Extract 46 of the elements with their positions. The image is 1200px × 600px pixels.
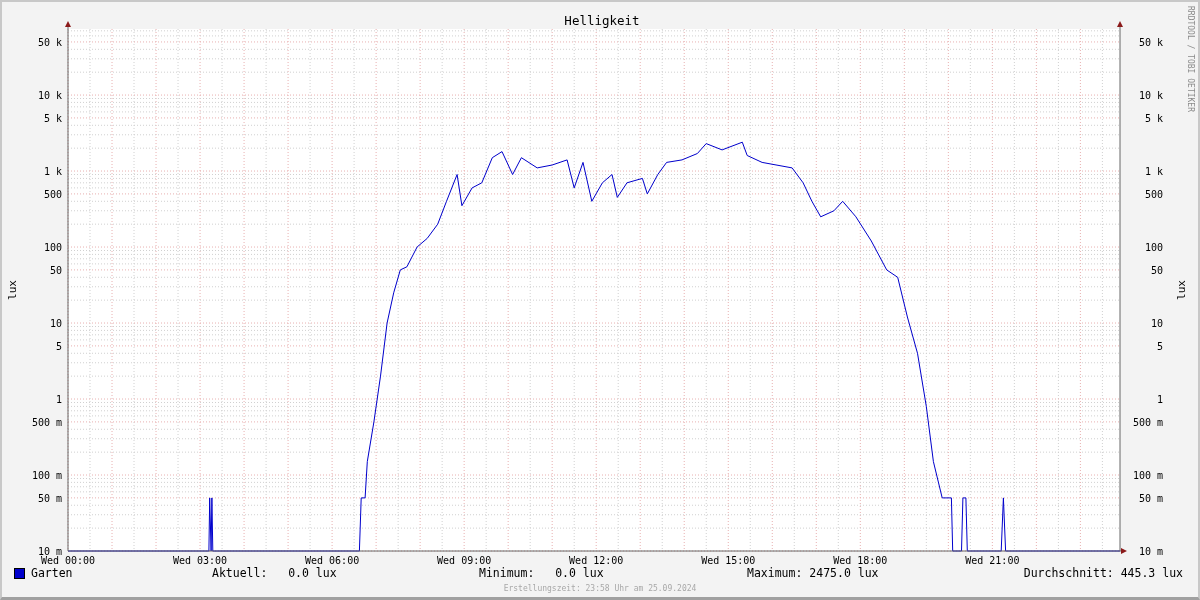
y-tick-label: 500 m — [1132, 416, 1163, 428]
y-tick-label: 1 — [1156, 394, 1163, 405]
y-axis-label: lux — [1175, 280, 1188, 300]
x-tick-label: Wed 00:00 — [40, 555, 96, 565]
x-tick-label: Wed 12:00 — [569, 555, 624, 565]
x-tick-label: Wed 21:00 — [965, 555, 1020, 565]
x-tick-label: Wed 03:00 — [172, 555, 228, 565]
x-tick-label: Wed 06:00 — [305, 555, 360, 565]
y-tick-label: 100 — [43, 242, 62, 254]
stat-text: Durchschnitt: 445.3 lux — [1023, 566, 1183, 580]
y-tick-label: 10 m — [1138, 546, 1163, 557]
y-tick-label: 10 k — [1138, 90, 1163, 102]
y-tick-label: 500 — [1144, 188, 1163, 200]
y-tick-label: 1 k — [43, 166, 62, 178]
y-tick-label: 100 m — [1132, 470, 1163, 481]
x-tick-label: Wed 18:00 — [833, 555, 888, 565]
y-tick-label: 10 m — [37, 546, 62, 557]
y-tick-label: 5 k — [1144, 112, 1163, 124]
y-tick-label: 1 — [55, 394, 62, 405]
y-tick-label: 500 m — [31, 416, 62, 428]
y-tick-label: 50 — [1150, 264, 1163, 276]
y-tick-label: 50 m — [37, 492, 62, 504]
y-tick-label: 50 m — [1138, 492, 1163, 504]
chart-title: Helligkeit — [564, 13, 640, 28]
footer-text: Erstellungszeit: 23:58 Uhr am 25.09.2024 — [502, 584, 698, 593]
y-tick-label: 100 — [1144, 242, 1163, 254]
y-tick-label: 50 k — [1138, 36, 1163, 48]
credit-text: RRDTOOL / TOBI OETIKER — [1186, 6, 1195, 112]
y-tick-label: 100 m — [31, 470, 62, 481]
y-tick-label: 50 k — [37, 36, 62, 48]
y-tick-label: 1 k — [1144, 166, 1163, 178]
y-tick-label: 10 k — [37, 90, 62, 102]
y-tick-label: 5 — [1156, 340, 1163, 352]
x-tick-label: Wed 15:00 — [701, 555, 756, 565]
y-tick-label: 500 — [43, 188, 62, 200]
y-tick-label: 50 — [49, 264, 62, 276]
stat-text: Minimum: 0.0 lux — [479, 566, 604, 580]
y-tick-label: 5 — [55, 340, 62, 352]
legend-label: Garten — [31, 566, 73, 580]
stat-text: Maximum: 2475.0 lux — [747, 566, 879, 580]
stat-text: Aktuell: 0.0 lux — [212, 566, 337, 580]
x-tick-label: Wed 09:00 — [437, 555, 492, 565]
y-axis-label: lux — [6, 280, 19, 300]
y-tick-label: 5 k — [43, 112, 62, 124]
y-tick-label: 10 — [1150, 318, 1163, 330]
y-tick-label: 10 — [49, 318, 62, 330]
